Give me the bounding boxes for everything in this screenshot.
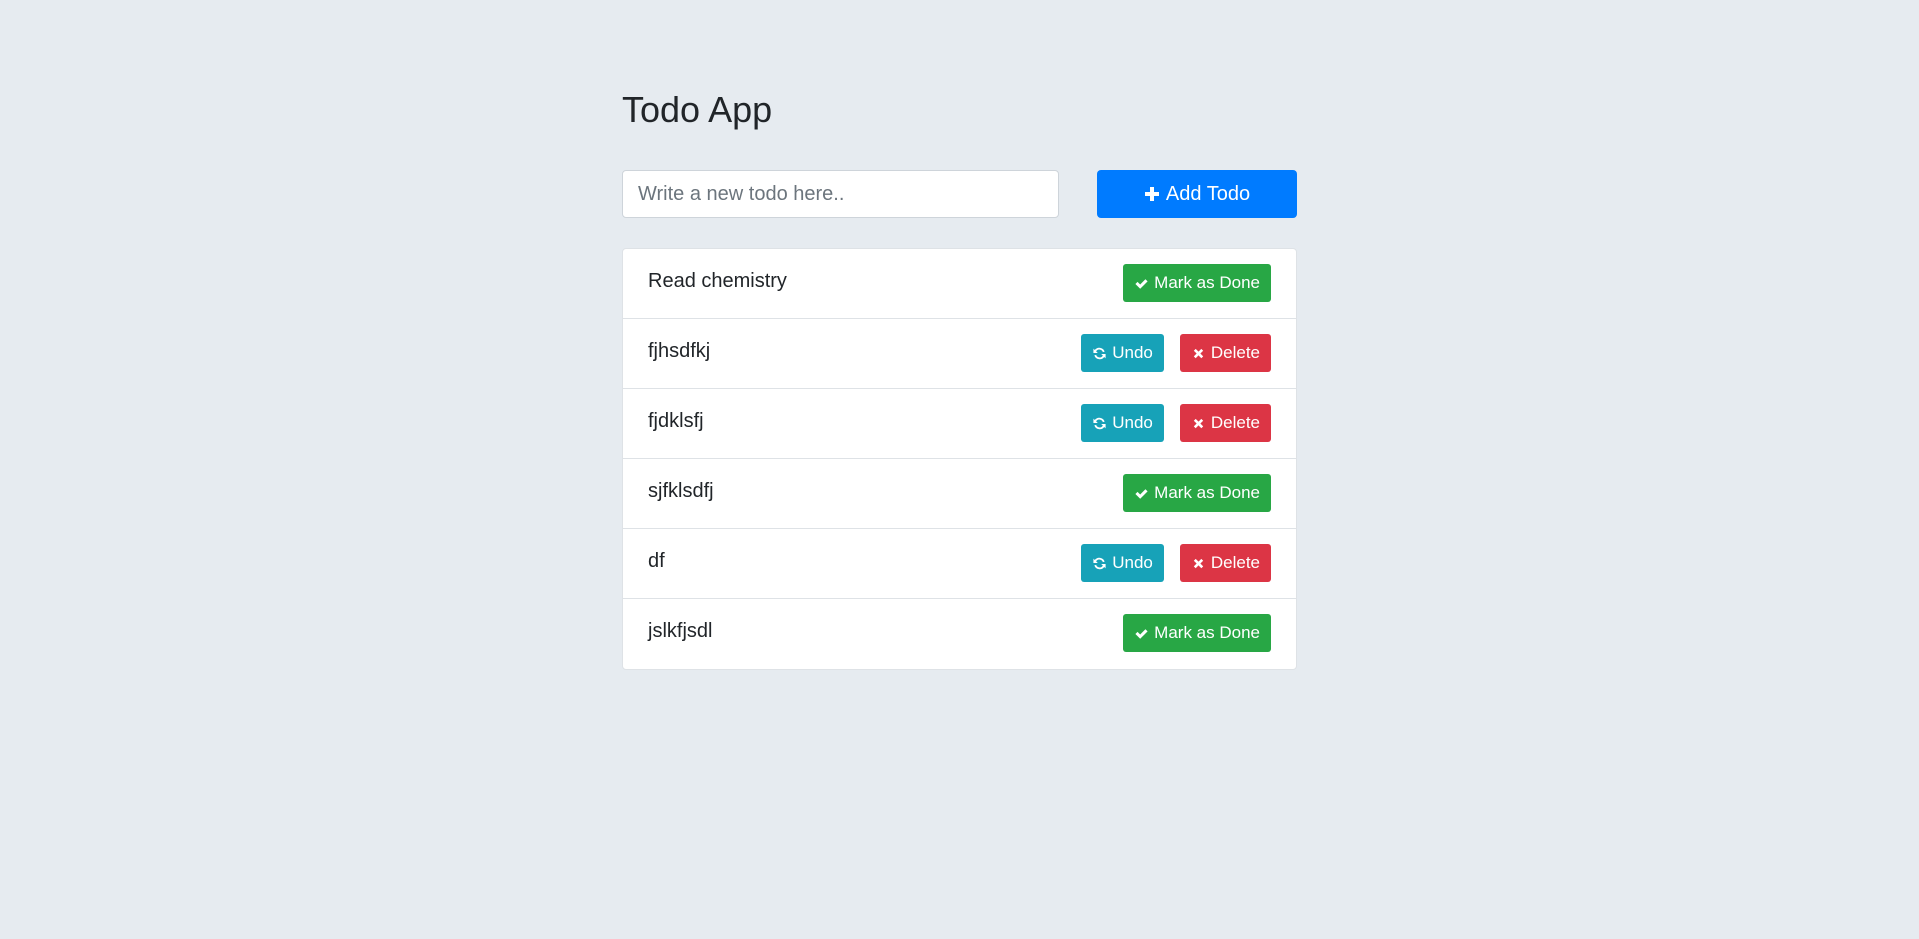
mark-as-done-button[interactable]: Mark as Done <box>1123 614 1271 652</box>
refresh-icon <box>1092 346 1107 361</box>
todo-text: df <box>648 550 665 572</box>
todo-actions: Undo Delete <box>1081 334 1271 372</box>
todo-actions: Mark as Done <box>1123 474 1271 512</box>
close-icon <box>1191 346 1206 361</box>
todo-text: jslkfjsdl <box>648 620 713 642</box>
todo-text: fjhsdfkj <box>648 340 711 362</box>
todo-item: sjfklsdfj Mark as Done <box>623 459 1296 529</box>
todo-text: Read chemistry <box>648 270 787 292</box>
delete-button[interactable]: Delete <box>1179 334 1271 372</box>
todo-actions: Mark as Done <box>1123 614 1271 652</box>
check-icon <box>1134 276 1149 291</box>
undo-label: Undo <box>1112 553 1153 572</box>
undo-button[interactable]: Undo <box>1081 334 1164 372</box>
todo-text: sjfklsdfj <box>648 480 714 502</box>
todo-actions: Mark as Done <box>1123 264 1271 302</box>
todo-text: fjdklsfj <box>648 410 704 432</box>
mark-as-done-label: Mark as Done <box>1154 483 1260 502</box>
todo-item: jslkfjsdl Mark as Done <box>623 599 1296 669</box>
refresh-icon <box>1092 556 1107 571</box>
check-icon <box>1134 626 1149 641</box>
mark-as-done-button[interactable]: Mark as Done <box>1123 474 1271 512</box>
add-todo-label: Add Todo <box>1165 182 1251 205</box>
todo-actions: Undo Delete <box>1081 404 1271 442</box>
todo-actions: Undo Delete <box>1081 544 1271 582</box>
close-icon <box>1191 416 1206 431</box>
check-icon <box>1134 486 1149 501</box>
todo-app: Todo App Add Todo Read chemistry Mark as… <box>622 80 1297 670</box>
undo-button[interactable]: Undo <box>1081 404 1164 442</box>
todo-item: fjhsdfkj Undo Delete <box>623 319 1296 389</box>
todo-item: Read chemistry Mark as Done <box>623 249 1296 319</box>
new-todo-input[interactable] <box>622 170 1059 218</box>
undo-button[interactable]: Undo <box>1081 544 1164 582</box>
add-todo-form: Add Todo <box>622 170 1297 218</box>
close-icon <box>1191 556 1206 571</box>
delete-button[interactable]: Delete <box>1179 404 1271 442</box>
undo-label: Undo <box>1112 413 1153 432</box>
mark-as-done-label: Mark as Done <box>1154 623 1260 642</box>
page-title: Todo App <box>622 89 773 130</box>
delete-button[interactable]: Delete <box>1179 544 1271 582</box>
todo-item: df Undo Delete <box>623 529 1296 599</box>
delete-label: Delete <box>1210 413 1260 432</box>
delete-label: Delete <box>1210 343 1260 362</box>
todo-list: Read chemistry Mark as Done fjhsdfkj Und <box>622 248 1297 670</box>
add-todo-button[interactable]: Add Todo <box>1097 170 1297 218</box>
delete-label: Delete <box>1210 553 1260 572</box>
todo-item: fjdklsfj Undo Delete <box>623 389 1296 459</box>
refresh-icon <box>1092 416 1107 431</box>
mark-as-done-button[interactable]: Mark as Done <box>1123 264 1271 302</box>
undo-label: Undo <box>1112 343 1153 362</box>
plus-icon <box>1144 186 1160 202</box>
mark-as-done-label: Mark as Done <box>1154 273 1260 292</box>
